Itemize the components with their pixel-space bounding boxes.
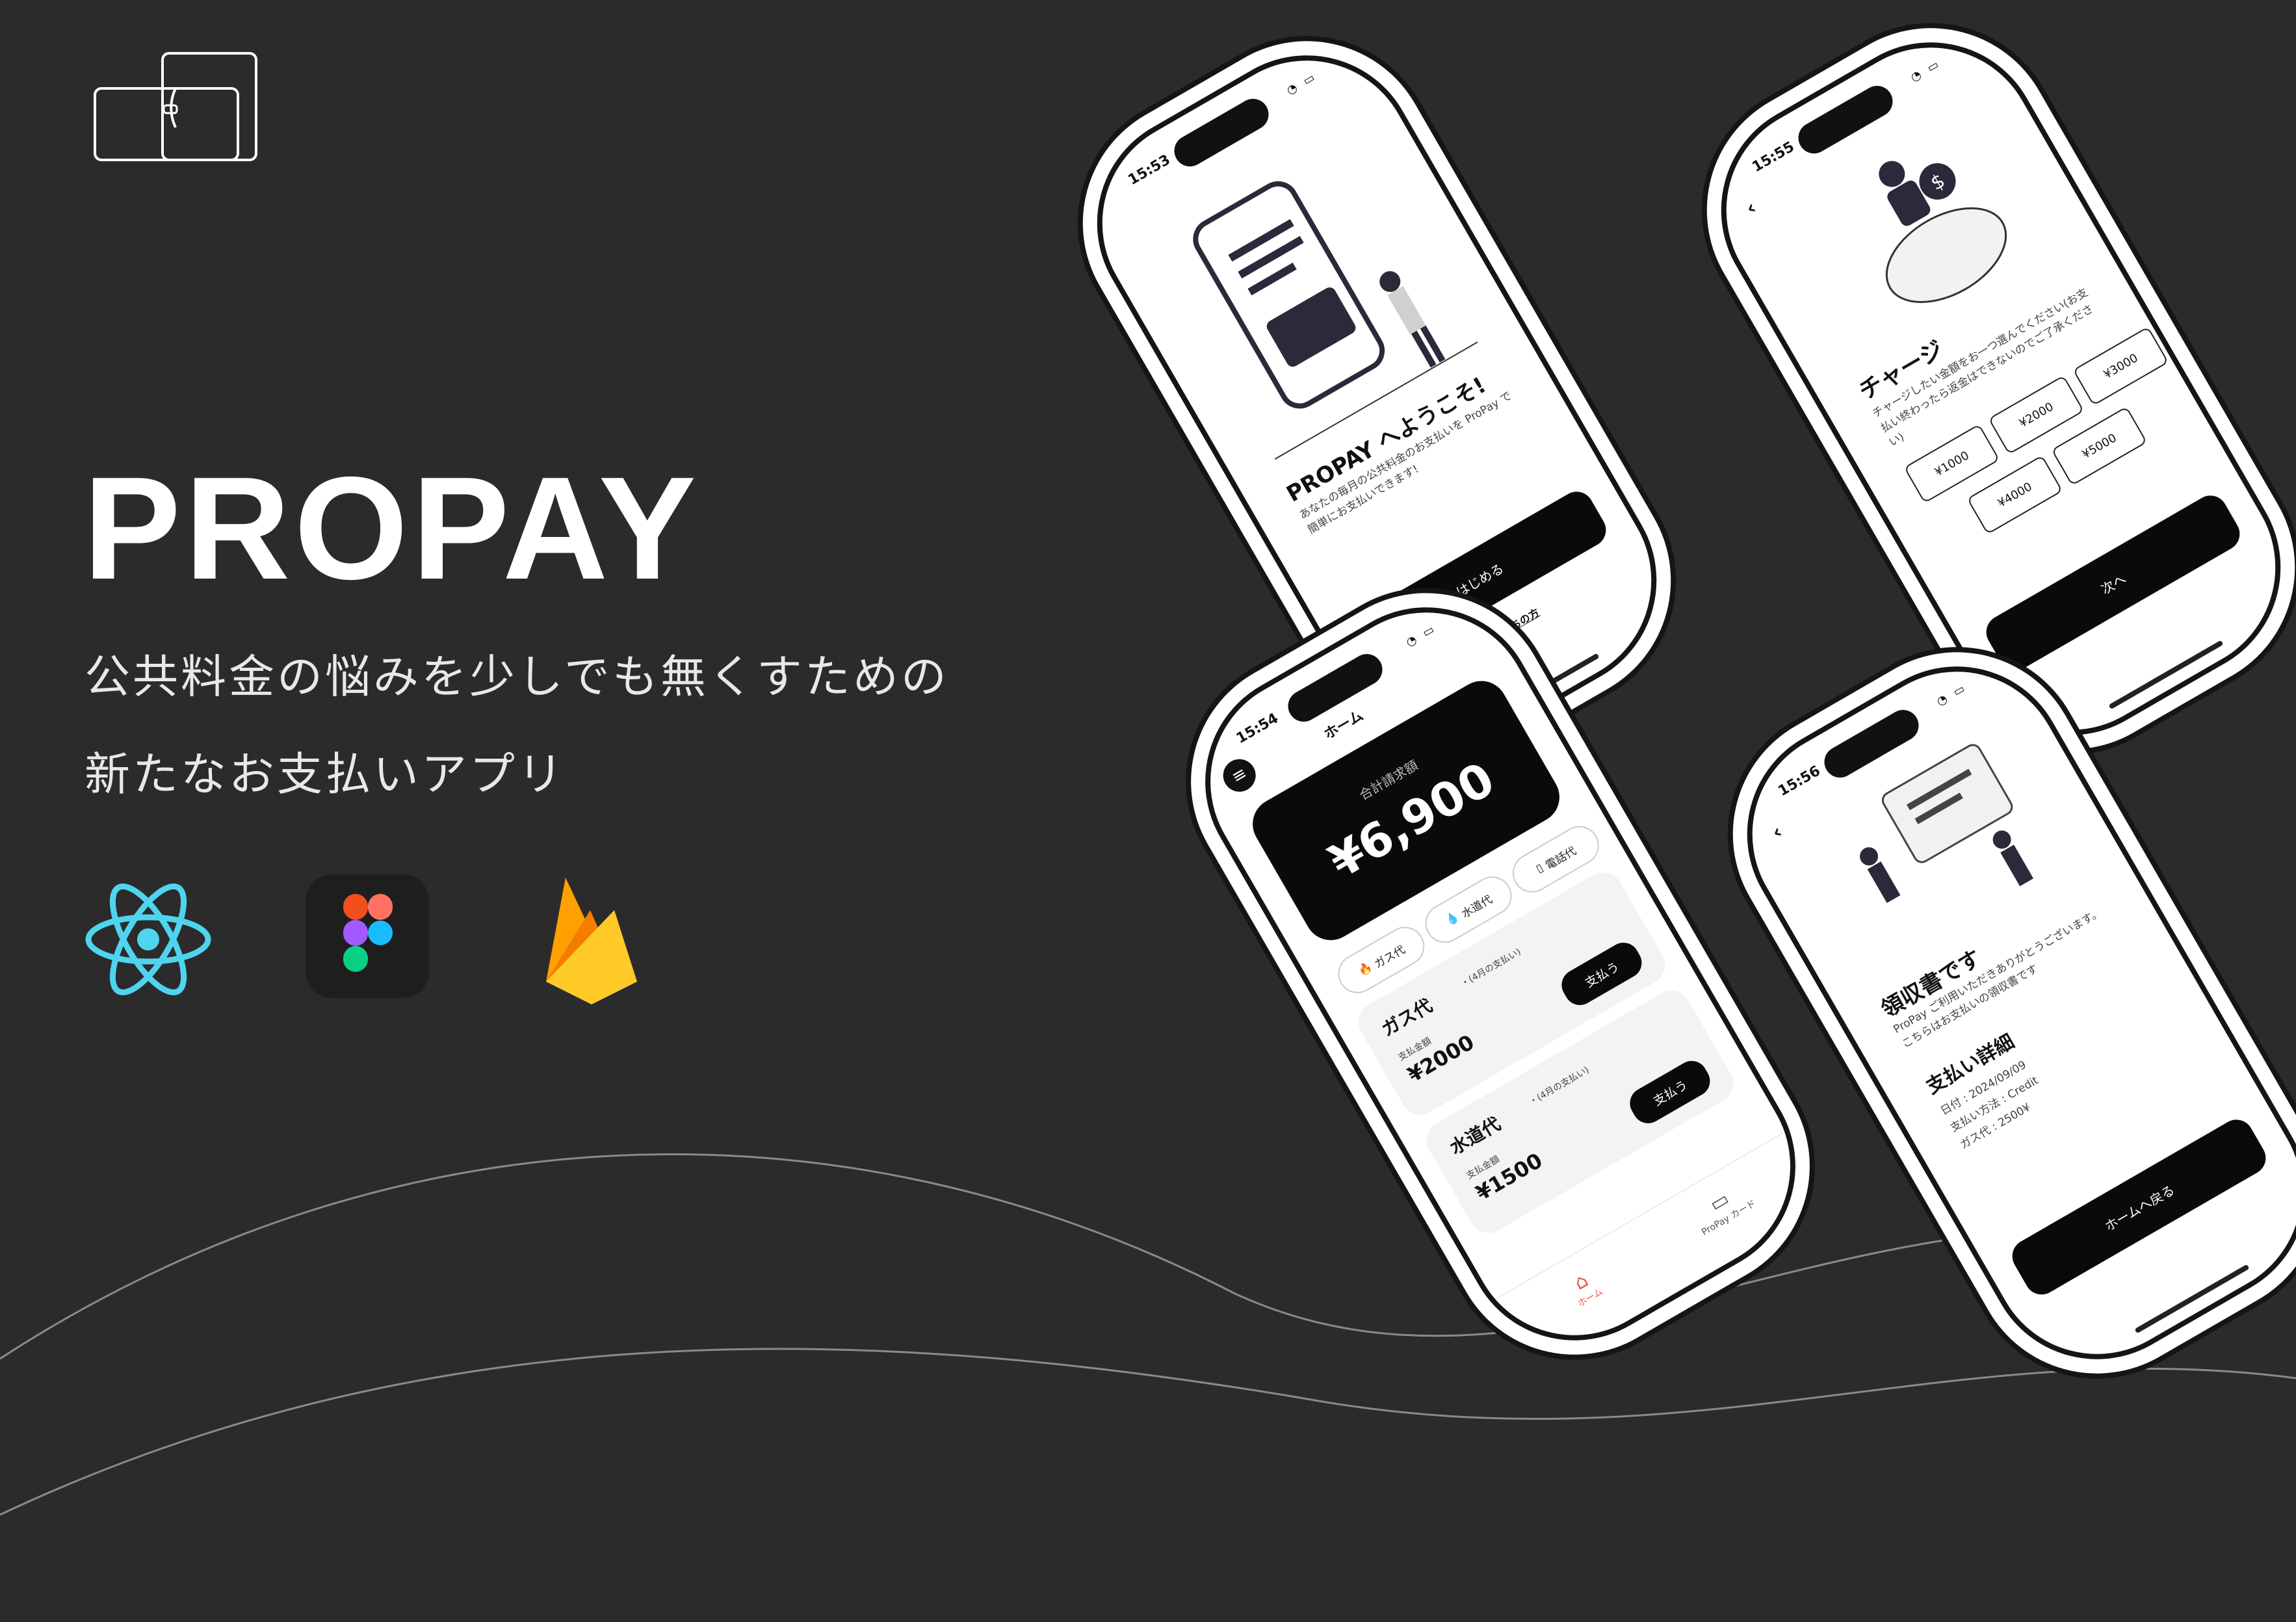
hero-subtitle-line2: 新たなお支払いアプリ	[85, 748, 566, 801]
status-time: 15:55	[1749, 138, 1797, 176]
piggy-bank-illustration-icon: $	[1879, 161, 2007, 304]
propay-logo-icon	[94, 52, 257, 161]
firebase-icon	[546, 878, 637, 1004]
phone-icon: ▯	[1533, 861, 1546, 876]
bill-amount: ¥2000	[1403, 1029, 1479, 1088]
pay-button[interactable]: 支払う	[1556, 937, 1648, 1011]
promo-page: PROPAY 公共料金の悩みを少しでも無くすための 新たなお支払いアプリ 15:…	[0, 0, 2296, 1622]
drop-icon: 💧	[1443, 909, 1462, 928]
bill-amount: ¥1500	[1471, 1147, 1547, 1206]
pay-button[interactable]: 支払う	[1624, 1055, 1716, 1129]
flame-icon: 🔥	[1355, 960, 1375, 978]
wifi-battery-icon: ◔ ▭	[1908, 56, 1944, 85]
figma-icon	[306, 874, 429, 998]
status-time: 15:53	[1125, 151, 1173, 189]
bill-name: 水道代	[1446, 1112, 1505, 1159]
bill-note: ・(4月の支払い)	[1527, 1065, 1591, 1108]
react-icon	[85, 883, 211, 995]
wifi-battery-icon: ◔ ▭	[1934, 680, 1970, 709]
back-chevron-icon[interactable]: ‹	[1742, 196, 1760, 220]
wifi-battery-icon: ◔ ▭	[1284, 69, 1320, 98]
bill-note: ・(4月の支払い)	[1459, 947, 1523, 989]
tab-home[interactable]: ⌂ ホーム	[1564, 1265, 1606, 1309]
status-time: 15:56	[1775, 763, 1823, 800]
back-chevron-icon[interactable]: ‹	[1768, 820, 1786, 844]
status-time: 15:54	[1233, 710, 1281, 748]
hero-subtitle-line1: 公共料金の悩みを少しでも無くすための	[85, 650, 949, 703]
menu-icon[interactable]: ≡	[1217, 753, 1262, 798]
bill-name: ガス代	[1377, 995, 1437, 1041]
hero-title: PROPAY	[83, 446, 700, 610]
tab-propay-card[interactable]: ▭ ProPay カード	[1688, 1177, 1758, 1238]
wifi-battery-icon: ◔ ▭	[1403, 621, 1439, 650]
